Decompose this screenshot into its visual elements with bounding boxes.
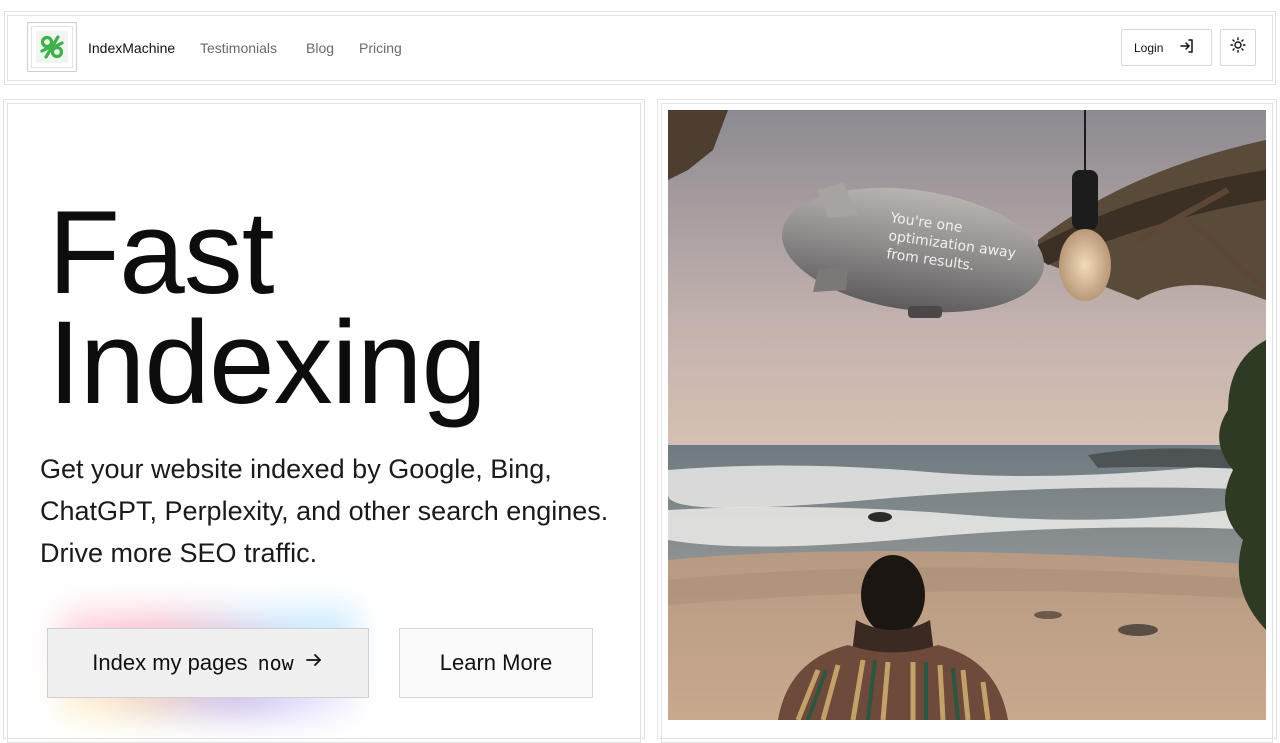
login-icon xyxy=(1179,38,1195,57)
logo[interactable] xyxy=(27,22,77,72)
login-button[interactable]: Login xyxy=(1121,29,1212,66)
learn-more-button[interactable]: Learn More xyxy=(399,628,593,698)
hero-title-line1: Fast xyxy=(48,187,275,319)
cta-label-mono: now xyxy=(257,651,294,675)
hero-subtitle: Get your website indexed by Google, Bing… xyxy=(40,454,609,568)
arrow-right-icon xyxy=(304,650,324,676)
cta-label: Index my pages xyxy=(92,650,248,675)
hero-photo: You're one optimization away from result… xyxy=(668,110,1266,720)
brand-name[interactable]: IndexMachine xyxy=(88,40,175,56)
sun-icon xyxy=(1230,37,1246,58)
nav-testimonials[interactable]: Testimonials xyxy=(200,40,277,56)
hero-title-line2: Indexing xyxy=(48,297,487,429)
link-logo-icon xyxy=(36,31,68,63)
hero-title: Fast Indexing xyxy=(48,187,487,429)
theme-toggle-button[interactable] xyxy=(1220,29,1256,66)
header xyxy=(7,15,1273,81)
nav-pricing[interactable]: Pricing xyxy=(359,40,402,56)
nav-blog[interactable]: Blog xyxy=(306,40,334,56)
index-pages-button[interactable]: Index my pages now xyxy=(47,628,369,698)
login-label: Login xyxy=(1134,40,1164,55)
